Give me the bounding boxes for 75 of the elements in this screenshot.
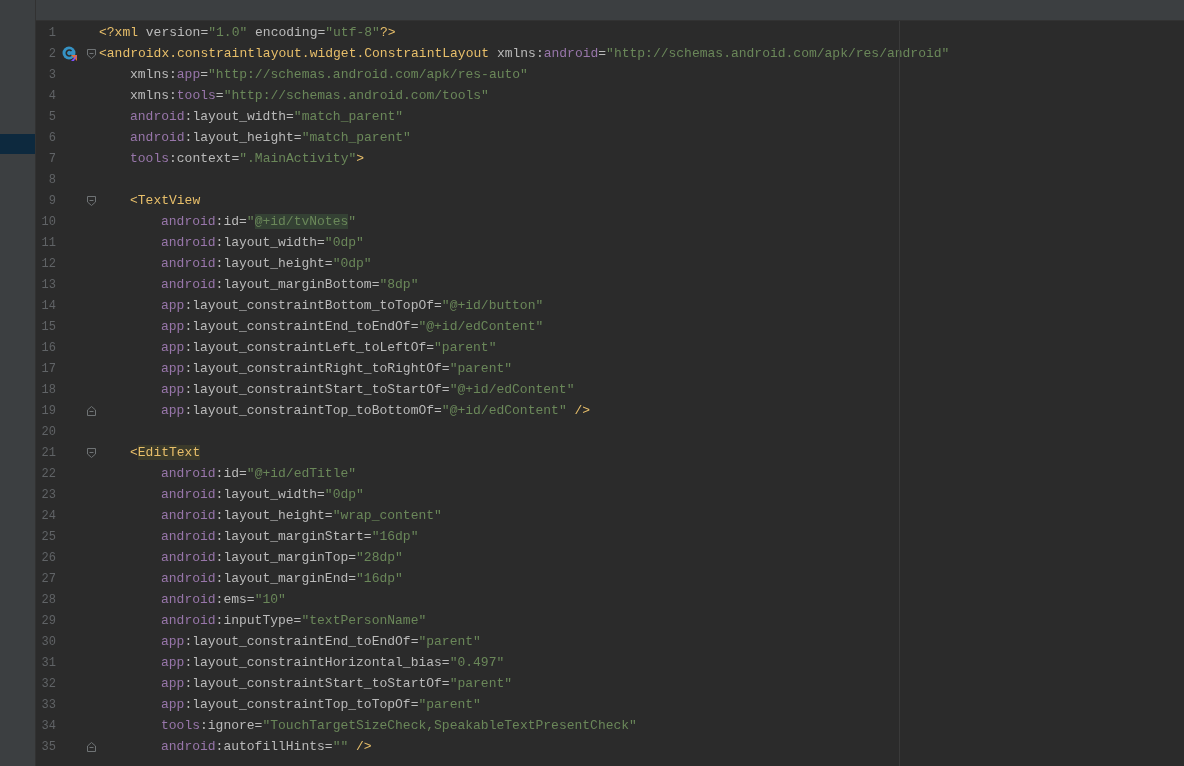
line-number: 14 — [41, 297, 56, 315]
code-line: android:ems="10" — [161, 590, 286, 609]
line-number: 15 — [41, 318, 56, 336]
line-number: 10 — [41, 213, 56, 231]
code-line: xmlns:tools="http://schemas.android.com/tools" — [130, 86, 489, 105]
line-number: 2 — [48, 45, 56, 63]
code-line: app:layout_constraintLeft_toLeftOf="parent" — [161, 338, 497, 357]
code-line: android:layout_height="match_parent" — [130, 128, 411, 147]
code-line: app:layout_constraintStart_toStartOf="parent" — [161, 674, 513, 693]
line-number: 4 — [48, 87, 56, 105]
code-line: app:layout_constraintRight_toRightOf="parent" — [161, 359, 513, 378]
line-number: 33 — [41, 696, 56, 714]
line-number: 34 — [41, 717, 56, 735]
fold-icon[interactable] — [87, 195, 96, 206]
line-number: 13 — [41, 276, 56, 294]
line-number: 22 — [41, 465, 56, 483]
code-line: android:layout_marginStart="16dp" — [161, 527, 419, 546]
line-number: 5 — [48, 108, 56, 126]
code-line: app:layout_constraintBottom_toTopOf="@+id/button" — [161, 296, 544, 315]
line-number: 25 — [41, 528, 56, 546]
code-line: app:layout_constraintEnd_toEndOf="@+id/edContent" — [161, 317, 544, 336]
line-number: 21 — [41, 444, 56, 462]
code-line: android:id="@+id/edTitle" — [161, 464, 357, 483]
code-line: android:autofillHints="" /> — [161, 737, 372, 756]
code-line: <?xml version="1.0" encoding="utf-8"?> — [99, 23, 396, 42]
code-line: app:layout_constraintHorizontal_bias="0.497" — [161, 653, 505, 672]
code-line: tools:context=".MainActivity"> — [130, 149, 365, 168]
code-line: tools:ignore="TouchTargetSizeCheck,SpeakableTextPresentCheck" — [161, 716, 637, 735]
line-number: 20 — [41, 423, 56, 441]
code-line: android:inputType="textPersonName" — [161, 611, 427, 630]
line-number: 3 — [48, 66, 56, 84]
line-number: 27 — [41, 570, 56, 588]
line-number: 32 — [41, 675, 56, 693]
selected-row-highlight — [0, 134, 35, 154]
line-number: 30 — [41, 633, 56, 651]
code-line: <androidx.constraintlayout.widget.ConstraintLayout xmlns:android="http://schemas.android.com/apk/res/android" — [99, 44, 950, 63]
fold-icon[interactable] — [87, 48, 96, 59]
line-number: 29 — [41, 612, 56, 630]
line-number: 24 — [41, 507, 56, 525]
code-line: <TextView — [130, 191, 201, 210]
code-line: xmlns:app="http://schemas.android.com/apk/res-auto" — [130, 65, 528, 84]
line-number: 28 — [41, 591, 56, 609]
line-number: 6 — [48, 129, 56, 147]
code-line: <EditText — [130, 443, 201, 462]
code-line: app:layout_constraintStart_toStartOf="@+id/edContent" — [161, 380, 575, 399]
line-number: 19 — [41, 402, 56, 420]
line-number: 7 — [48, 150, 56, 168]
code-line: android:layout_height="wrap_content" — [161, 506, 442, 525]
code-line: android:layout_height="0dp" — [161, 254, 372, 273]
line-number: 17 — [41, 360, 56, 378]
code-line: android:id="@+id/tvNotes" — [161, 212, 357, 231]
code-line: app:layout_constraintTop_toTopOf="parent" — [161, 695, 481, 714]
fold-icon[interactable] — [87, 741, 96, 752]
code-line: android:layout_width="0dp" — [161, 233, 364, 252]
line-number: 1 — [48, 24, 56, 42]
line-number: 18 — [41, 381, 56, 399]
line-number: 31 — [41, 654, 56, 672]
line-number: 35 — [41, 738, 56, 756]
code-line: android:layout_marginTop="28dp" — [161, 548, 403, 567]
fold-icon[interactable] — [87, 405, 96, 416]
line-number: 11 — [41, 234, 56, 252]
line-number: 16 — [41, 339, 56, 357]
code-line: app:layout_constraintEnd_toEndOf="parent" — [161, 632, 481, 651]
line-number: 8 — [48, 171, 56, 189]
line-number: 23 — [41, 486, 56, 504]
line-number: 9 — [48, 192, 56, 210]
line-number: 26 — [41, 549, 56, 567]
line-number: 12 — [41, 255, 56, 273]
code-line: app:layout_constraintTop_toBottomOf="@+id/edContent" /> — [161, 401, 591, 420]
code-line: android:layout_width="match_parent" — [130, 107, 404, 126]
fold-icon[interactable] — [87, 447, 96, 458]
code-line: android:layout_marginEnd="16dp" — [161, 569, 403, 588]
code-line: android:layout_width="0dp" — [161, 485, 364, 504]
class-icon[interactable] — [62, 45, 78, 62]
code-line: android:layout_marginBottom="8dp" — [161, 275, 419, 294]
